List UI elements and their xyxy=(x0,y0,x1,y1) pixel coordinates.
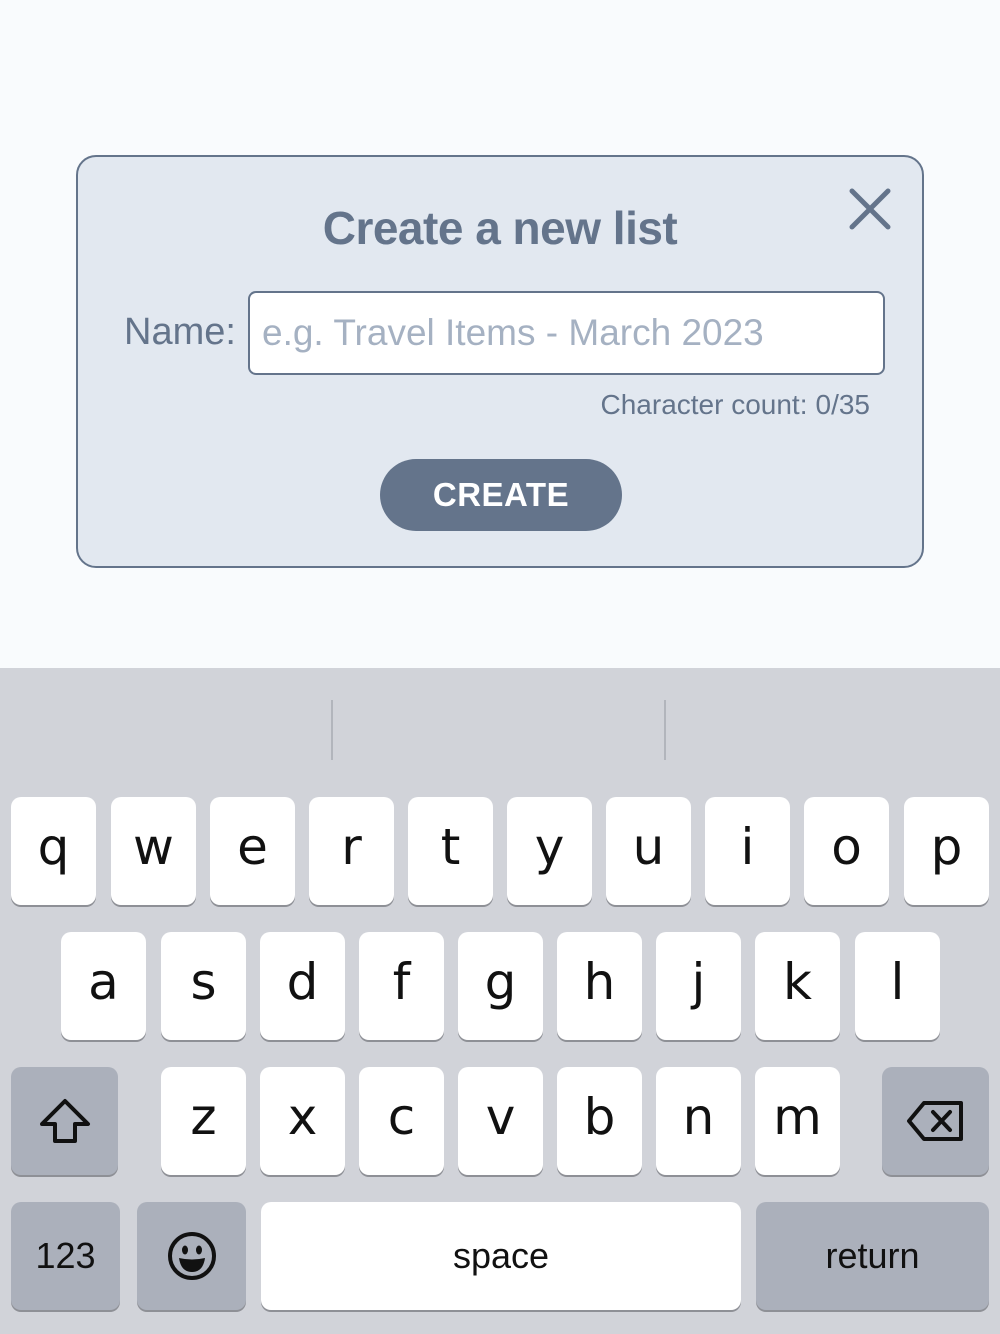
close-icon xyxy=(849,188,891,230)
emoji-icon xyxy=(167,1232,216,1280)
dialog-title: Create a new list xyxy=(322,202,678,254)
key-t[interactable]: t xyxy=(408,797,493,905)
close-button[interactable] xyxy=(844,183,896,235)
key-a[interactable]: a xyxy=(61,932,146,1040)
key-v[interactable]: v xyxy=(458,1067,543,1175)
key-y[interactable]: y xyxy=(507,797,592,905)
shift-icon xyxy=(39,1099,90,1143)
key-m[interactable]: m xyxy=(755,1067,840,1175)
key-p[interactable]: p xyxy=(904,797,989,905)
create-list-dialog: Create a new list Name: Character count:… xyxy=(76,155,924,568)
backspace-key[interactable] xyxy=(882,1067,989,1175)
key-u[interactable]: u xyxy=(606,797,691,905)
key-b[interactable]: b xyxy=(557,1067,642,1175)
shift-key[interactable] xyxy=(11,1067,118,1175)
name-input[interactable] xyxy=(248,291,885,375)
key-z[interactable]: z xyxy=(161,1067,246,1175)
key-l[interactable]: l xyxy=(855,932,940,1040)
key-f[interactable]: f xyxy=(359,932,444,1040)
key-i[interactable]: i xyxy=(705,797,790,905)
key-c[interactable]: c xyxy=(359,1067,444,1175)
name-label: Name: xyxy=(124,311,236,353)
key-h[interactable]: h xyxy=(557,932,642,1040)
key-s[interactable]: s xyxy=(161,932,246,1040)
key-o[interactable]: o xyxy=(804,797,889,905)
return-key[interactable]: return xyxy=(756,1202,989,1310)
character-count-value: 0/35 xyxy=(815,389,871,420)
key-x[interactable]: x xyxy=(260,1067,345,1175)
character-count-label: Character count: xyxy=(600,389,808,420)
key-n[interactable]: n xyxy=(656,1067,741,1175)
key-r[interactable]: r xyxy=(309,797,394,905)
key-j[interactable]: j xyxy=(656,932,741,1040)
key-w[interactable]: w xyxy=(111,797,196,905)
on-screen-keyboard: q w e r t y u i o p a s d f g h j k l z … xyxy=(0,668,1000,1334)
backspace-icon xyxy=(906,1101,963,1141)
numbers-key[interactable]: 123 xyxy=(11,1202,120,1310)
suggestion-divider xyxy=(664,700,666,760)
character-count: Character count: 0/35 xyxy=(601,389,871,421)
key-g[interactable]: g xyxy=(458,932,543,1040)
space-key[interactable]: space xyxy=(261,1202,741,1310)
suggestion-divider xyxy=(331,700,333,760)
emoji-key[interactable] xyxy=(137,1202,246,1310)
key-e[interactable]: e xyxy=(210,797,295,905)
key-d[interactable]: d xyxy=(260,932,345,1040)
key-q[interactable]: q xyxy=(11,797,96,905)
create-button[interactable]: CREATE xyxy=(380,459,622,531)
key-k[interactable]: k xyxy=(755,932,840,1040)
